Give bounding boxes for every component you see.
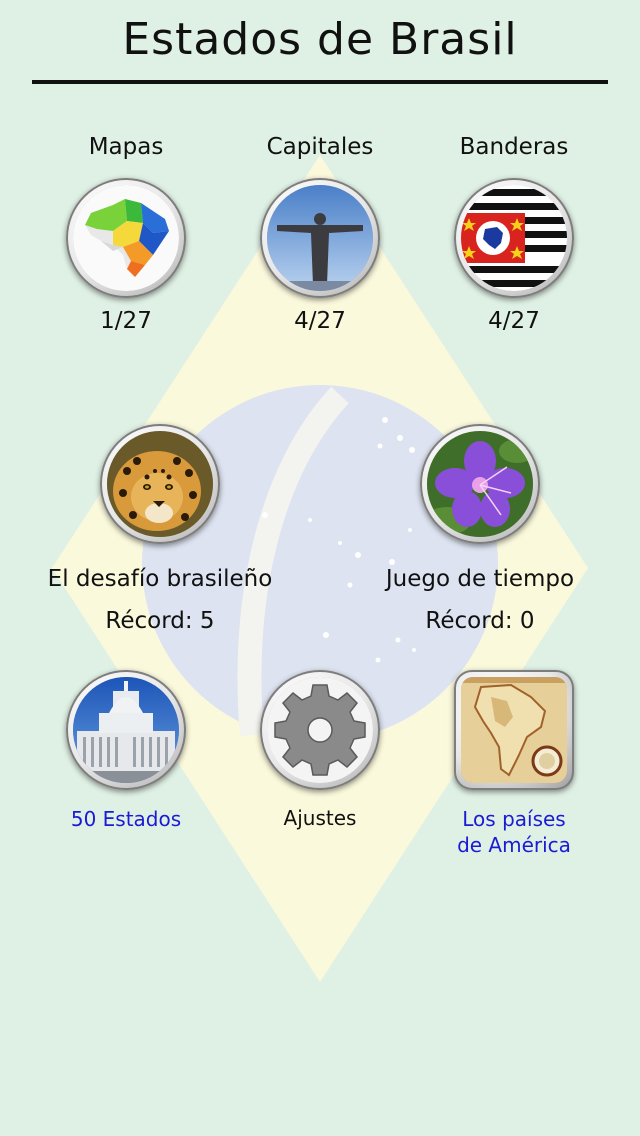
capitales-button[interactable] bbox=[260, 178, 380, 298]
christ-redeemer-icon bbox=[267, 185, 373, 291]
juego-tiempo-label: Juego de tiempo bbox=[385, 566, 575, 592]
juego-tiempo-record: Récord: 0 bbox=[425, 608, 535, 634]
capitales-score: 4/27 bbox=[294, 308, 346, 334]
brazil-map-icon bbox=[73, 185, 179, 291]
50-estados-button[interactable] bbox=[66, 670, 186, 790]
paises-america-button[interactable] bbox=[454, 670, 574, 790]
50-estados-label[interactable]: 50 Estados bbox=[46, 806, 206, 832]
capitol-building-icon bbox=[73, 677, 179, 783]
banderas-score: 4/27 bbox=[488, 308, 540, 334]
juego-tiempo-button[interactable] bbox=[420, 424, 540, 544]
old-map-icon bbox=[461, 677, 567, 783]
gear-icon bbox=[267, 677, 373, 783]
jaguar-icon bbox=[107, 431, 213, 537]
mapas-button[interactable] bbox=[66, 178, 186, 298]
capitales-label: Capitales bbox=[266, 134, 374, 160]
ajustes-label: Ajustes bbox=[283, 806, 357, 830]
desafio-record: Récord: 5 bbox=[105, 608, 215, 634]
desafio-label: El desafío brasileño bbox=[47, 566, 273, 592]
page-title: Estados de Brasil bbox=[122, 14, 518, 65]
mapas-label: Mapas bbox=[88, 134, 164, 160]
desafio-button[interactable] bbox=[100, 424, 220, 544]
paises-america-label-line1: Los países bbox=[462, 807, 566, 831]
ajustes-button[interactable] bbox=[260, 670, 380, 790]
mapas-score: 1/27 bbox=[100, 308, 152, 334]
sao-paulo-flag-icon bbox=[461, 185, 567, 291]
paises-america-label-line2: de América bbox=[457, 833, 571, 857]
purple-flower-icon bbox=[427, 431, 533, 537]
paises-america-label[interactable]: Los países de América bbox=[434, 806, 594, 858]
title-divider bbox=[32, 80, 608, 84]
banderas-label: Banderas bbox=[459, 134, 569, 160]
banderas-button[interactable] bbox=[454, 178, 574, 298]
